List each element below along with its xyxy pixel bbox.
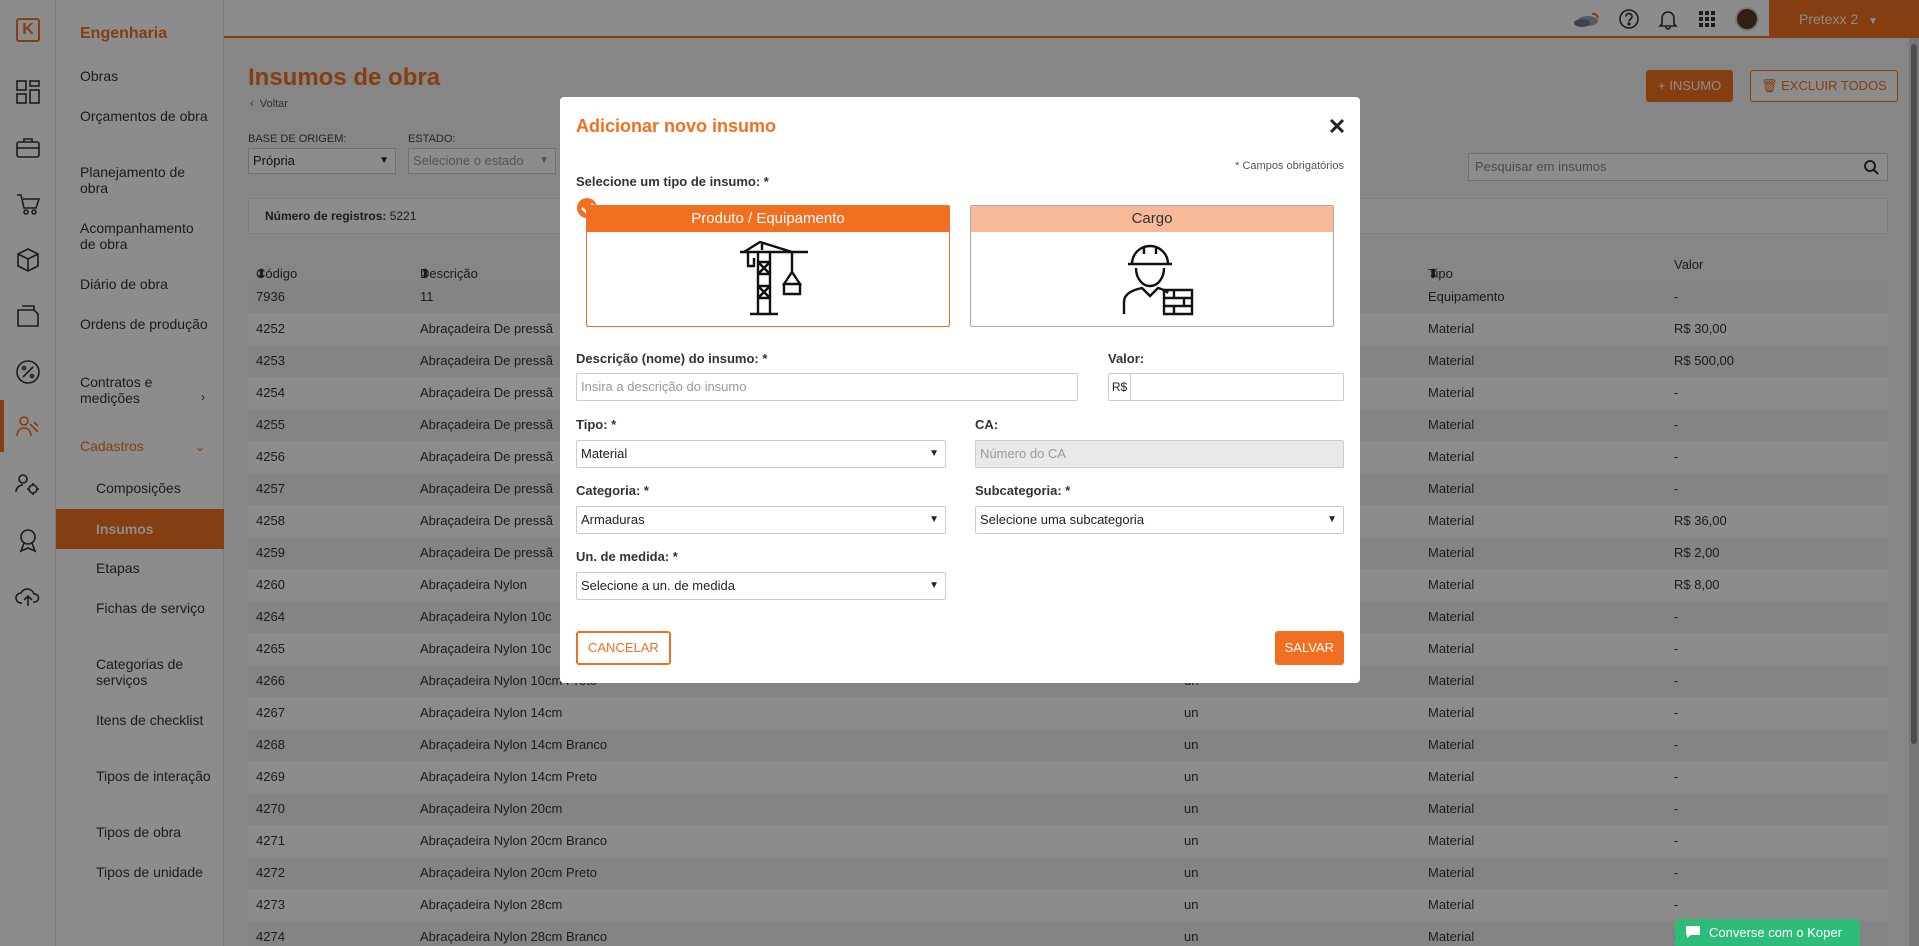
- type-option-cargo[interactable]: Cargo: [970, 205, 1334, 327]
- subcategoria-select[interactable]: Selecione uma subcategoria ▼: [975, 506, 1344, 534]
- close-icon[interactable]: [1328, 117, 1346, 135]
- ca-input[interactable]: Número do CA: [975, 440, 1344, 468]
- currency-prefix: R$: [1109, 374, 1131, 400]
- descricao-label: Descrição (nome) do insumo: *: [576, 351, 768, 366]
- chat-bubble-icon: [1686, 926, 1700, 938]
- type-label: Selecione um tipo de insumo: *: [576, 174, 769, 189]
- unidade-select[interactable]: Selecione a un. de medida ▼: [576, 572, 946, 600]
- type-option-produto[interactable]: Produto / Equipamento: [586, 205, 950, 327]
- add-insumo-modal: Adicionar novo insumo * Campos obrigatór…: [560, 97, 1360, 683]
- tipo-value: Material: [581, 446, 628, 461]
- caret-down-icon: ▼: [929, 580, 939, 591]
- modal-title: Adicionar novo insumo: [576, 116, 777, 136]
- ca-label: CA:: [975, 417, 999, 432]
- categoria-value: Armaduras: [581, 512, 645, 527]
- worker-icon: [1122, 244, 1194, 316]
- tipo-label: Tipo: *: [576, 417, 617, 432]
- chat-label: Converse com o Koper: [1709, 925, 1842, 940]
- categoria-label: Categoria: *: [576, 483, 649, 498]
- valor-input[interactable]: R$: [1108, 373, 1344, 401]
- required-note: * Campos obrigatórios: [1235, 160, 1344, 172]
- categoria-select[interactable]: Armaduras ▼: [576, 506, 946, 534]
- valor-label: Valor:: [1108, 351, 1145, 366]
- crane-icon: [740, 240, 808, 316]
- cancel-button[interactable]: CANCELAR: [576, 631, 671, 665]
- save-button[interactable]: SALVAR: [1274, 631, 1344, 665]
- unidade-label: Un. de medida: *: [576, 549, 678, 564]
- tipo-select[interactable]: Material ▼: [576, 440, 946, 468]
- chat-widget[interactable]: Converse com o Koper: [1675, 919, 1860, 946]
- descricao-input[interactable]: Insira a descrição do insumo: [576, 373, 1078, 401]
- caret-down-icon: ▼: [929, 448, 939, 459]
- caret-down-icon: ▼: [1327, 514, 1337, 525]
- type-option-label: Produto / Equipamento: [587, 206, 949, 232]
- subcategoria-label: Subcategoria: *: [975, 483, 1071, 498]
- unidade-value: Selecione a un. de medida: [581, 578, 735, 593]
- subcategoria-value: Selecione uma subcategoria: [980, 512, 1145, 527]
- type-option-label: Cargo: [971, 206, 1333, 232]
- caret-down-icon: ▼: [929, 514, 939, 525]
